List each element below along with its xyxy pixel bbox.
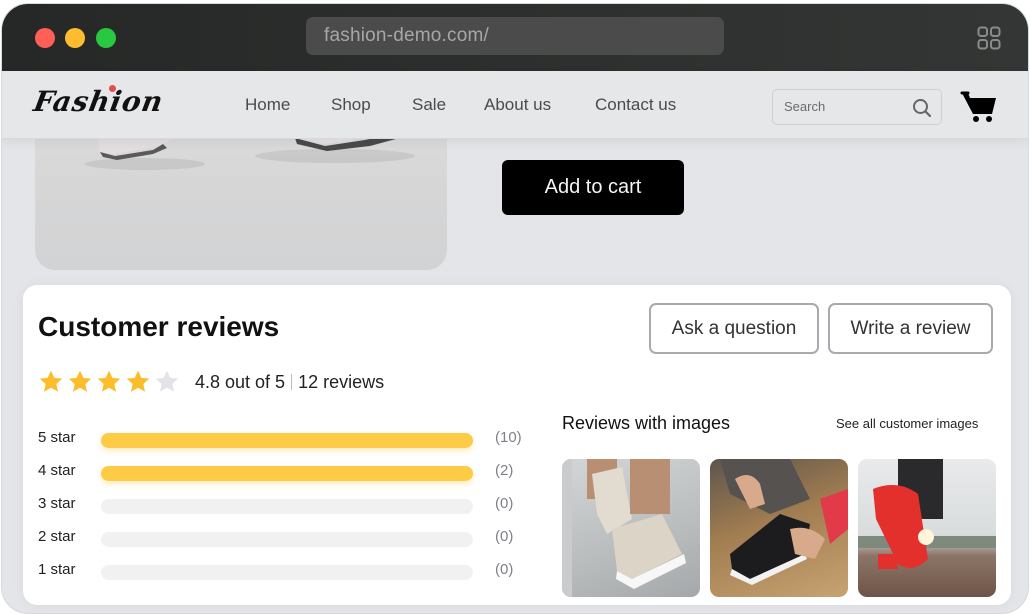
rating-row-count: (0) bbox=[495, 495, 514, 512]
rating-row-count: (10) bbox=[495, 429, 522, 446]
rating-row-label: 4 star bbox=[38, 462, 76, 479]
shoe-image bbox=[85, 124, 415, 170]
star-empty-icon bbox=[155, 370, 179, 392]
search-icon[interactable] bbox=[911, 97, 933, 119]
star-filled-icon bbox=[68, 370, 92, 392]
site-logo[interactable]: Fashion bbox=[31, 85, 166, 118]
write-review-button[interactable]: Write a review bbox=[828, 303, 993, 354]
rating-bar-track bbox=[101, 565, 473, 580]
rating-value: 4.8 out of 5 bbox=[195, 372, 286, 392]
address-bar[interactable]: fashion-demo.com/ bbox=[306, 17, 724, 55]
rating-row-3-star[interactable]: 3 star (0) bbox=[38, 495, 538, 515]
rating-row-count: (2) bbox=[495, 462, 514, 479]
star-filled-icon bbox=[126, 370, 150, 392]
search-input[interactable]: Search bbox=[772, 89, 942, 125]
rating-row-label: 1 star bbox=[38, 561, 76, 578]
nav-link-shop[interactable]: Shop bbox=[331, 95, 371, 115]
cart-icon[interactable] bbox=[960, 88, 1000, 124]
reviews-title: Customer reviews bbox=[38, 311, 280, 342]
rating-bar-fill bbox=[101, 433, 473, 448]
review-image-1[interactable] bbox=[562, 459, 700, 597]
product-image bbox=[35, 124, 447, 270]
ask-question-button[interactable]: Ask a question bbox=[649, 303, 819, 354]
close-window-button[interactable] bbox=[35, 28, 55, 48]
search-placeholder: Search bbox=[784, 99, 826, 114]
logo-dot bbox=[109, 85, 116, 92]
rating-bar-track bbox=[101, 433, 473, 448]
review-image-2[interactable] bbox=[710, 459, 848, 597]
sneaker-photo bbox=[562, 459, 686, 597]
rating-row-count: (0) bbox=[495, 561, 514, 578]
rating-row-1-star[interactable]: 1 star (0) bbox=[38, 561, 538, 581]
rating-row-2-star[interactable]: 2 star (0) bbox=[38, 528, 538, 548]
rating-row-4-star[interactable]: 4 star (2) bbox=[38, 462, 538, 482]
rating-bar-track bbox=[101, 466, 473, 481]
see-all-images-link[interactable]: See all customer images bbox=[836, 416, 978, 431]
rating-summary: 4.8 out of 5 12 reviews bbox=[195, 372, 384, 393]
nav-link-home[interactable]: Home bbox=[245, 95, 290, 115]
rating-row-label: 3 star bbox=[38, 495, 76, 512]
review-count[interactable]: 12 reviews bbox=[298, 372, 384, 392]
images-heading: Reviews with images bbox=[562, 413, 731, 433]
nav-link-about-us[interactable]: About us bbox=[484, 95, 551, 115]
minimize-window-button[interactable] bbox=[65, 28, 85, 48]
grid-icon[interactable] bbox=[977, 26, 1001, 50]
rating-row-label: 2 star bbox=[38, 528, 76, 545]
add-to-cart-button[interactable]: Add to cart bbox=[502, 160, 684, 215]
site-navbar: Fashion Home Shop Sale About us Contact … bbox=[2, 71, 1028, 139]
rating-bar-track bbox=[101, 499, 473, 514]
rating-bar-fill bbox=[101, 466, 473, 481]
rating-bar-track bbox=[101, 532, 473, 547]
browser-window: fashion-demo.com/ Fashion Home Shop Sale… bbox=[2, 4, 1028, 613]
rating-row-count: (0) bbox=[495, 528, 514, 545]
star-filled-icon bbox=[39, 370, 63, 392]
rating-row-5-star[interactable]: 5 star (10) bbox=[38, 429, 538, 449]
nav-link-sale[interactable]: Sale bbox=[412, 95, 446, 115]
customer-reviews-panel: Customer reviews Ask a question Write a … bbox=[23, 285, 1011, 605]
star-filled-icon bbox=[97, 370, 121, 392]
separator bbox=[291, 374, 293, 390]
browser-titlebar: fashion-demo.com/ bbox=[2, 4, 1028, 71]
maximize-window-button[interactable] bbox=[96, 28, 116, 48]
tying-shoe-photo bbox=[720, 459, 848, 585]
rating-row-label: 5 star bbox=[38, 429, 76, 446]
star-rating bbox=[38, 369, 180, 395]
review-image-3[interactable] bbox=[858, 459, 996, 597]
nav-link-contact-us[interactable]: Contact us bbox=[595, 95, 676, 115]
running-shoe-photo bbox=[858, 459, 996, 569]
